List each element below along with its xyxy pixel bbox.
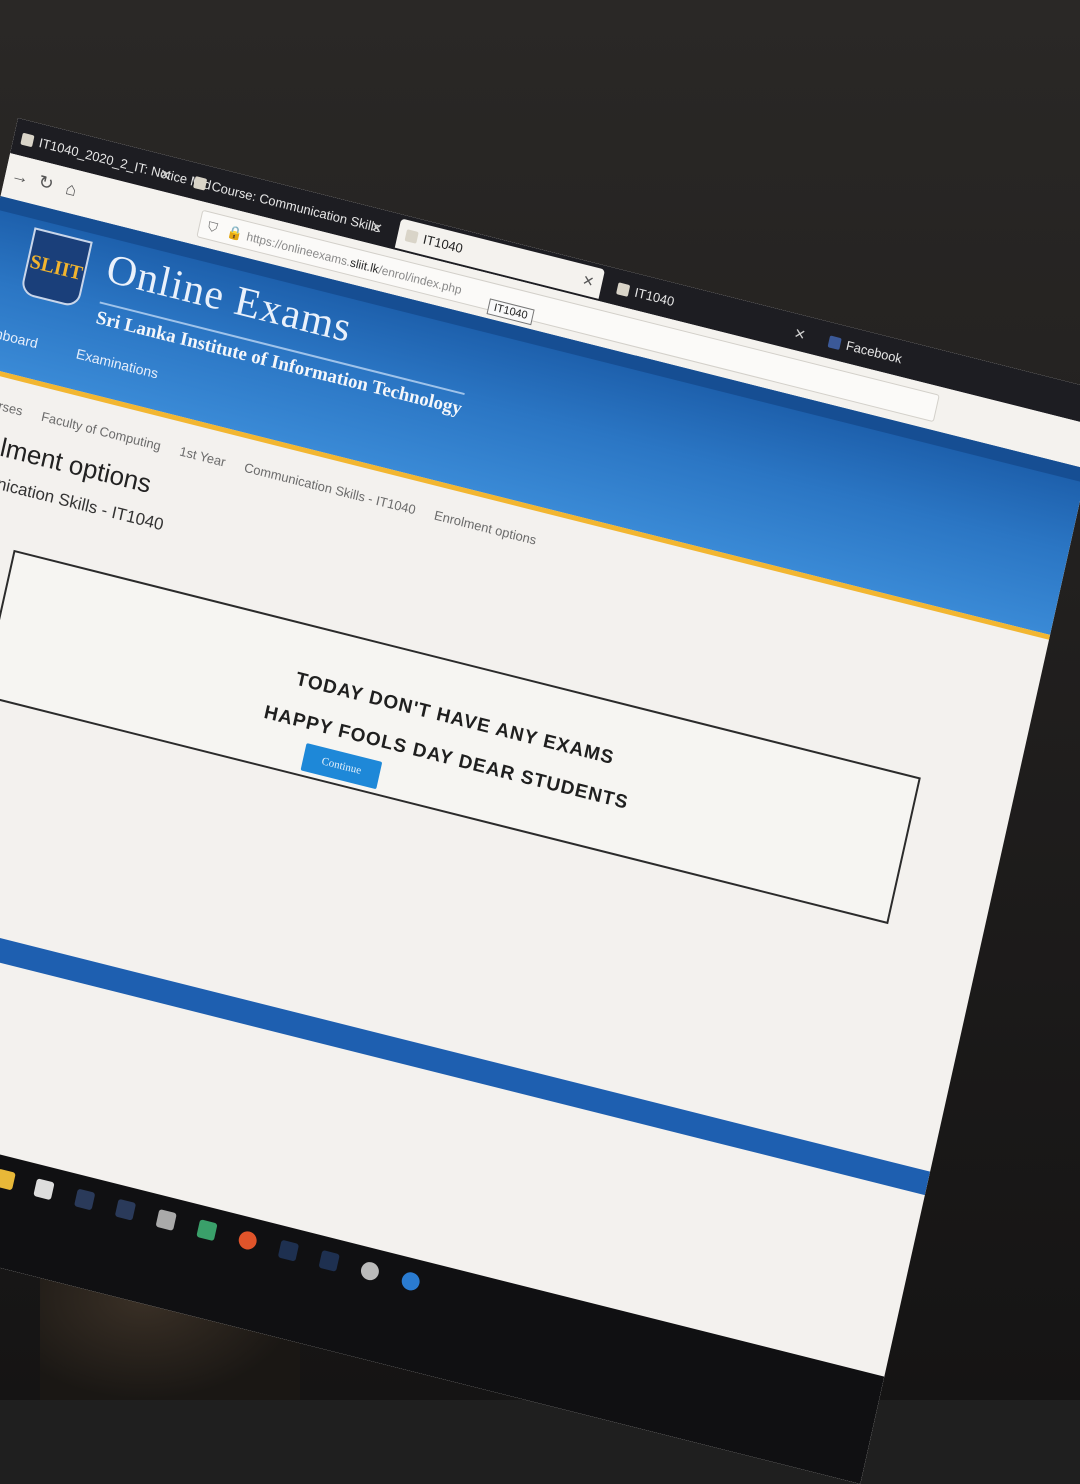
- shield-icon: ⛉: [206, 218, 220, 236]
- url-domain: sliit.lk: [348, 255, 381, 277]
- file-explorer-icon[interactable]: [0, 1168, 16, 1191]
- close-icon[interactable]: ✕: [579, 265, 597, 297]
- page-favicon-icon: [616, 282, 631, 297]
- app-icon[interactable]: [155, 1208, 177, 1231]
- tab-title: IT1040: [633, 284, 676, 310]
- lock-icon: 🔒: [225, 223, 245, 243]
- breadcrumb-year[interactable]: 1st Year: [178, 444, 227, 470]
- close-icon[interactable]: ✕: [368, 212, 386, 244]
- app-icon[interactable]: [196, 1219, 218, 1242]
- os-taskbar: [0, 1103, 885, 1484]
- footer-bar: [0, 898, 931, 1196]
- chrome-icon[interactable]: [359, 1260, 381, 1283]
- logo-text: SLIIT: [27, 250, 85, 286]
- url-path: /enrol/index.php: [377, 262, 464, 298]
- facebook-icon: [827, 335, 842, 351]
- photoshop-icon[interactable]: [114, 1198, 137, 1221]
- breadcrumb-current[interactable]: Enrolment options: [433, 508, 538, 548]
- page-favicon-icon: [404, 229, 419, 244]
- store-icon[interactable]: [33, 1178, 55, 1201]
- notice-box: TODAY DON'T HAVE ANY EXAMS HAPPY FOOLS D…: [0, 549, 921, 925]
- forward-icon[interactable]: →: [9, 164, 31, 189]
- home-icon[interactable]: ⌂: [64, 178, 79, 201]
- notice-line-2: HAPPY FOOLS DAY DEAR STUDENTS: [262, 701, 631, 814]
- tab-title: IT1040: [421, 231, 465, 257]
- reload-icon[interactable]: ↻: [36, 171, 56, 195]
- firefox-icon[interactable]: [236, 1229, 259, 1252]
- breadcrumb-courses[interactable]: Courses: [0, 392, 24, 418]
- premiere-icon[interactable]: [318, 1249, 340, 1272]
- page-favicon-icon: [193, 176, 208, 191]
- page-favicon-icon: [20, 132, 35, 148]
- edge-icon[interactable]: [399, 1270, 422, 1293]
- notice-line-1: TODAY DON'T HAVE ANY EXAMS: [293, 668, 617, 770]
- adobe-app-icon[interactable]: [73, 1188, 96, 1211]
- close-icon[interactable]: ✕: [791, 318, 809, 350]
- lightroom-icon[interactable]: [277, 1239, 300, 1262]
- tab-title: Facebook: [844, 337, 904, 367]
